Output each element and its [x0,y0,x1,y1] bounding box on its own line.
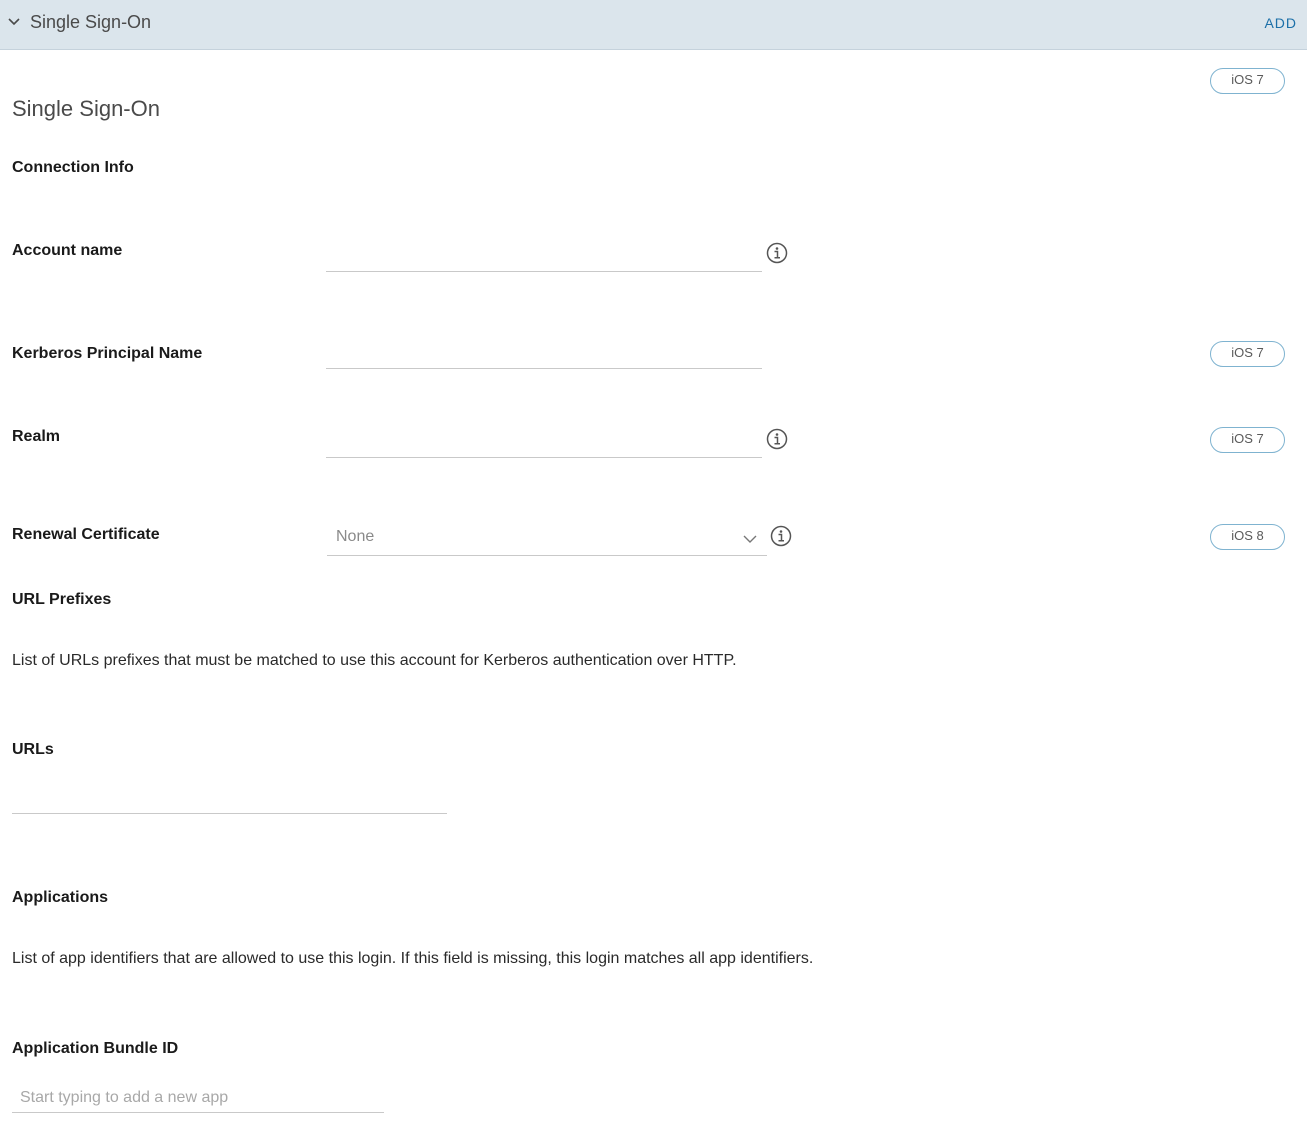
realm-label: Realm [12,428,61,445]
page-title: Single Sign-On [12,96,160,121]
connection-info-heading: Connection Info [12,159,134,176]
ios-version-badge: iOS 8 [1210,524,1285,550]
ios-version-badge: iOS 7 [1210,341,1285,367]
application-bundle-id-input[interactable] [12,1083,384,1113]
single-sign-on-page: Single Sign-On ADD iOS 7 Single Sign-On … [0,0,1307,1125]
kerberos-principal-name-label: Kerberos Principal Name [12,345,203,362]
account-name-label: Account name [12,242,123,259]
section-header-title: Single Sign-On [30,12,152,32]
info-icon[interactable] [766,242,788,264]
chevron-down-icon[interactable] [6,14,22,30]
renewal-certificate-select[interactable]: None [327,522,767,556]
renewal-certificate-label: Renewal Certificate [12,526,160,543]
url-prefixes-description: List of URLs prefixes that must be match… [12,652,737,669]
ios-version-badge: iOS 7 [1210,427,1285,453]
renewal-certificate-selected-value: None [336,528,375,545]
section-header[interactable]: Single Sign-On ADD [0,0,1307,50]
applications-heading: Applications [12,889,109,906]
account-name-input[interactable] [326,242,762,272]
add-button[interactable]: ADD [1264,15,1297,31]
info-icon[interactable] [766,428,788,450]
application-bundle-id-label: Application Bundle ID [12,1040,179,1057]
info-icon[interactable] [770,525,792,547]
urls-label: URLs [12,741,54,758]
realm-input[interactable] [326,428,762,458]
url-prefixes-heading: URL Prefixes [12,591,112,608]
kerberos-principal-name-input[interactable] [326,339,762,369]
urls-input[interactable] [12,784,447,814]
chevron-down-icon [743,535,757,543]
applications-description: List of app identifiers that are allowed… [12,950,814,967]
ios-version-badge: iOS 7 [1210,68,1285,94]
